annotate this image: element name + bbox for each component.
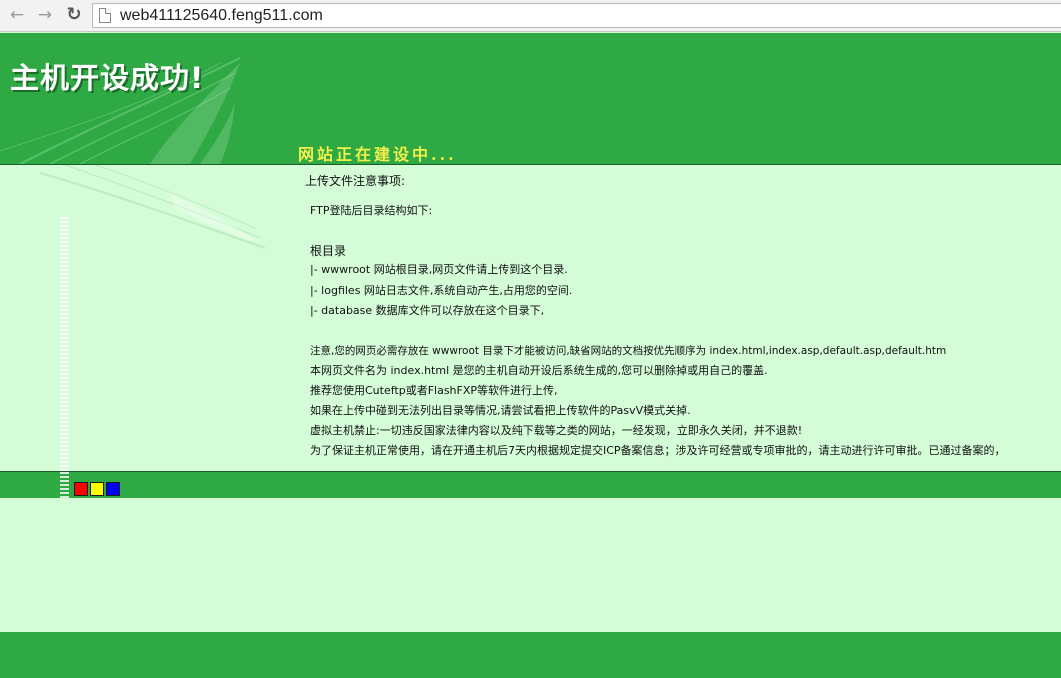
page-footer: [0, 632, 1061, 678]
notice-line: 本网页文件名为 index.html 是您的主机自动开设后系统生成的,您可以删除…: [310, 364, 768, 377]
lower-panel: [0, 498, 1061, 632]
url-text[interactable]: web411125640.feng511.com: [120, 6, 323, 26]
page-header: 主机开设成功! 网站正在建设中...: [0, 33, 1061, 164]
color-bar: [0, 472, 1061, 498]
notice-heading: 上传文件注意事项:: [305, 174, 406, 188]
content-area: 上传文件注意事项: FTP登陆后目录结构如下: 根目录 |- wwwroot 网…: [0, 165, 1061, 471]
notice-line: 注意,您的网页必需存放在 wwwroot 目录下才能被访问,缺省网站的文档按优先…: [310, 345, 947, 357]
notice-line: 推荐您使用Cuteftp或者FlashFXP等软件进行上传,: [310, 384, 558, 397]
decorative-stripes: [60, 217, 69, 471]
feather-graphic: [39, 165, 266, 249]
notice-line: |- logfiles 网站日志文件,系统自动产生,占用您的空间.: [310, 284, 573, 297]
notice-line: 如果在上传中碰到无法列出目录等情况,请尝试看把上传软件的PasvV模式关掉.: [310, 404, 691, 417]
address-bar[interactable]: web411125640.feng511.com: [92, 3, 1061, 28]
page-title: 主机开设成功!: [10, 61, 205, 95]
page-subtitle: 网站正在建设中...: [298, 145, 457, 164]
forward-arrow-icon[interactable]: →: [34, 4, 56, 26]
yellow-swatch: [90, 482, 104, 496]
notice-line: |- database 数据库文件可以存放在这个目录下,: [310, 304, 545, 317]
blue-swatch: [106, 482, 120, 496]
reload-icon[interactable]: ↻: [63, 4, 85, 26]
notice-line: |- wwwroot 网站根目录,网页文件请上传到这个目录.: [310, 263, 568, 276]
notice-line: FTP登陆后目录结构如下:: [310, 204, 433, 217]
notice-line: 根目录: [310, 244, 347, 258]
browser-toolbar: ← → ↻ web411125640.feng511.com: [0, 0, 1061, 32]
notice-line: 为了保证主机正常使用，请在开通主机后7天内根据规定提交ICP备案信息；涉及许可经…: [310, 444, 1006, 457]
red-swatch: [74, 482, 88, 496]
notice-line: 虚拟主机禁止:一切违反国家法律内容以及纯下载等之类的网站，一经发现，立即永久关闭…: [310, 424, 803, 437]
decorative-stripes: [60, 472, 69, 498]
page-icon: [99, 8, 111, 23]
back-arrow-icon[interactable]: ←: [6, 4, 28, 26]
